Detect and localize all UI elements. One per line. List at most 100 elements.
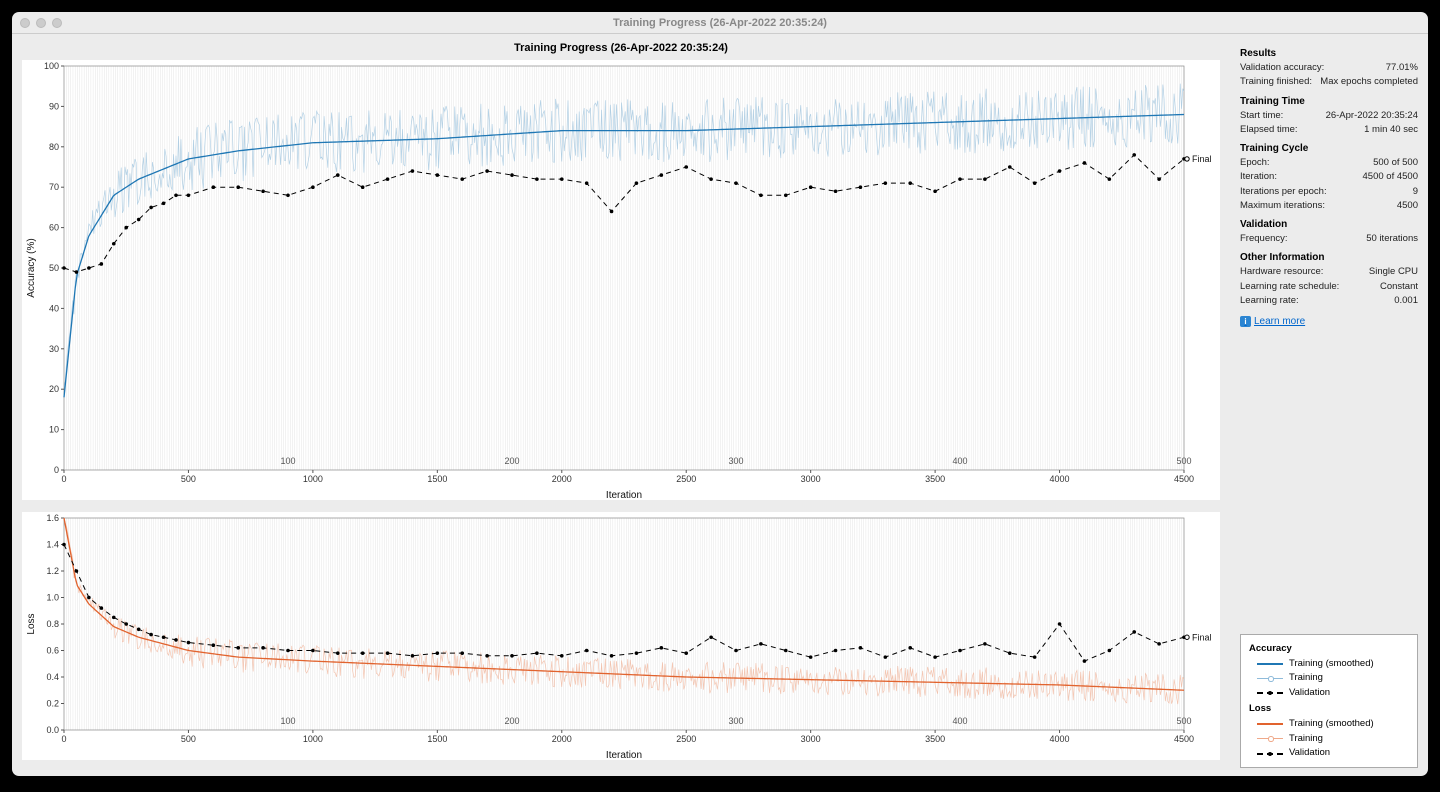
legend-training: Training	[1289, 732, 1323, 747]
other-info-heading: Other Information	[1240, 252, 1418, 263]
svg-text:0.4: 0.4	[46, 672, 59, 682]
legend-training-smoothed: Training (smoothed)	[1289, 657, 1374, 672]
iteration-value: 4500 of 4500	[1363, 170, 1418, 184]
epoch-value: 500 of 500	[1373, 156, 1418, 170]
svg-text:0.0: 0.0	[46, 725, 59, 735]
line-icon	[1257, 723, 1283, 725]
svg-text:Accuracy (%): Accuracy (%)	[26, 238, 37, 297]
chart-title: Training Progress (26-Apr-2022 20:35:24)	[22, 42, 1220, 54]
elapsed-time-label: Elapsed time:	[1240, 123, 1298, 137]
loss-chart: 0.00.20.40.60.81.01.21.41.60500100015002…	[22, 512, 1220, 760]
svg-text:70: 70	[49, 182, 59, 192]
svg-text:40: 40	[49, 303, 59, 313]
titlebar: Training Progress (26-Apr-2022 20:35:24)	[12, 12, 1428, 34]
hardware-label: Hardware resource:	[1240, 265, 1323, 279]
learn-more-link[interactable]: iLearn more	[1240, 316, 1418, 327]
window-title: Training Progress (26-Apr-2022 20:35:24)	[12, 17, 1428, 29]
line-icon	[1257, 753, 1283, 755]
svg-text:Loss: Loss	[26, 613, 37, 634]
svg-text:80: 80	[49, 142, 59, 152]
svg-text:3500: 3500	[925, 734, 945, 744]
legend-training: Training	[1289, 671, 1323, 686]
legend-validation: Validation	[1289, 686, 1330, 701]
training-progress-window: Training Progress (26-Apr-2022 20:35:24)…	[12, 12, 1428, 776]
svg-text:2000: 2000	[552, 734, 572, 744]
svg-text:Iteration: Iteration	[606, 750, 642, 760]
legend: Accuracy Training (smoothed) Training Va…	[1240, 634, 1418, 768]
iter-per-epoch-value: 9	[1413, 185, 1418, 199]
svg-text:100: 100	[280, 456, 295, 466]
svg-text:300: 300	[728, 716, 743, 726]
svg-text:2500: 2500	[676, 474, 696, 484]
svg-text:400: 400	[952, 716, 967, 726]
validation-heading: Validation	[1240, 219, 1418, 230]
svg-text:4500: 4500	[1174, 734, 1194, 744]
svg-text:100: 100	[280, 716, 295, 726]
hardware-value: Single CPU	[1369, 265, 1418, 279]
svg-text:3500: 3500	[925, 474, 945, 484]
svg-text:1500: 1500	[427, 734, 447, 744]
lr-value: 0.001	[1394, 294, 1418, 308]
elapsed-time-value: 1 min 40 sec	[1364, 123, 1418, 137]
svg-text:4000: 4000	[1050, 474, 1070, 484]
training-cycle-heading: Training Cycle	[1240, 143, 1418, 154]
svg-text:1.0: 1.0	[46, 593, 59, 603]
svg-text:500: 500	[1176, 716, 1191, 726]
svg-text:200: 200	[504, 716, 519, 726]
max-iter-label: Maximum iterations:	[1240, 199, 1325, 213]
svg-text:0.8: 0.8	[46, 619, 59, 629]
svg-text:1000: 1000	[303, 734, 323, 744]
svg-text:4500: 4500	[1174, 474, 1194, 484]
info-icon: i	[1240, 316, 1251, 327]
svg-text:1.4: 1.4	[46, 540, 59, 550]
svg-text:20: 20	[49, 384, 59, 394]
svg-text:Final: Final	[1192, 154, 1212, 164]
training-finished-label: Training finished:	[1240, 75, 1312, 89]
svg-text:400: 400	[952, 456, 967, 466]
lr-label: Learning rate:	[1240, 294, 1299, 308]
start-time-label: Start time:	[1240, 109, 1283, 123]
info-panel: Results Validation accuracy: 77.01% Train…	[1230, 34, 1428, 776]
iteration-label: Iteration:	[1240, 170, 1277, 184]
svg-text:0: 0	[54, 465, 59, 475]
svg-text:4000: 4000	[1050, 734, 1070, 744]
training-finished-value: Max epochs completed	[1320, 75, 1418, 89]
training-time-heading: Training Time	[1240, 96, 1418, 107]
svg-text:500: 500	[1176, 456, 1191, 466]
svg-text:3000: 3000	[801, 474, 821, 484]
svg-text:0: 0	[61, 734, 66, 744]
svg-text:0.6: 0.6	[46, 646, 59, 656]
frequency-value: 50 iterations	[1366, 232, 1418, 246]
svg-text:500: 500	[181, 734, 196, 744]
legend-accuracy-heading: Accuracy	[1249, 643, 1409, 654]
svg-text:200: 200	[504, 456, 519, 466]
svg-text:50: 50	[49, 263, 59, 273]
results-heading: Results	[1240, 48, 1418, 59]
legend-loss-heading: Loss	[1249, 703, 1409, 714]
lr-schedule-label: Learning rate schedule:	[1240, 280, 1339, 294]
svg-text:3000: 3000	[801, 734, 821, 744]
svg-text:1.2: 1.2	[46, 566, 59, 576]
svg-text:100: 100	[44, 61, 59, 71]
lr-schedule-value: Constant	[1380, 280, 1418, 294]
max-iter-value: 4500	[1397, 199, 1418, 213]
svg-text:10: 10	[49, 425, 59, 435]
start-time-value: 26-Apr-2022 20:35:24	[1326, 109, 1418, 123]
svg-text:300: 300	[728, 456, 743, 466]
svg-text:1.6: 1.6	[46, 513, 59, 523]
val-accuracy-label: Validation accuracy:	[1240, 61, 1324, 75]
legend-validation: Validation	[1289, 746, 1330, 761]
svg-text:2500: 2500	[676, 734, 696, 744]
line-icon	[1257, 692, 1283, 694]
val-accuracy-value: 77.01%	[1386, 61, 1418, 75]
svg-text:90: 90	[49, 101, 59, 111]
svg-text:30: 30	[49, 344, 59, 354]
line-icon	[1257, 738, 1283, 739]
svg-text:0: 0	[61, 474, 66, 484]
svg-text:1000: 1000	[303, 474, 323, 484]
svg-text:2000: 2000	[552, 474, 572, 484]
line-icon	[1257, 663, 1283, 665]
line-icon	[1257, 678, 1283, 679]
iter-per-epoch-label: Iterations per epoch:	[1240, 185, 1327, 199]
accuracy-chart: 0102030405060708090100050010001500200025…	[22, 60, 1220, 500]
